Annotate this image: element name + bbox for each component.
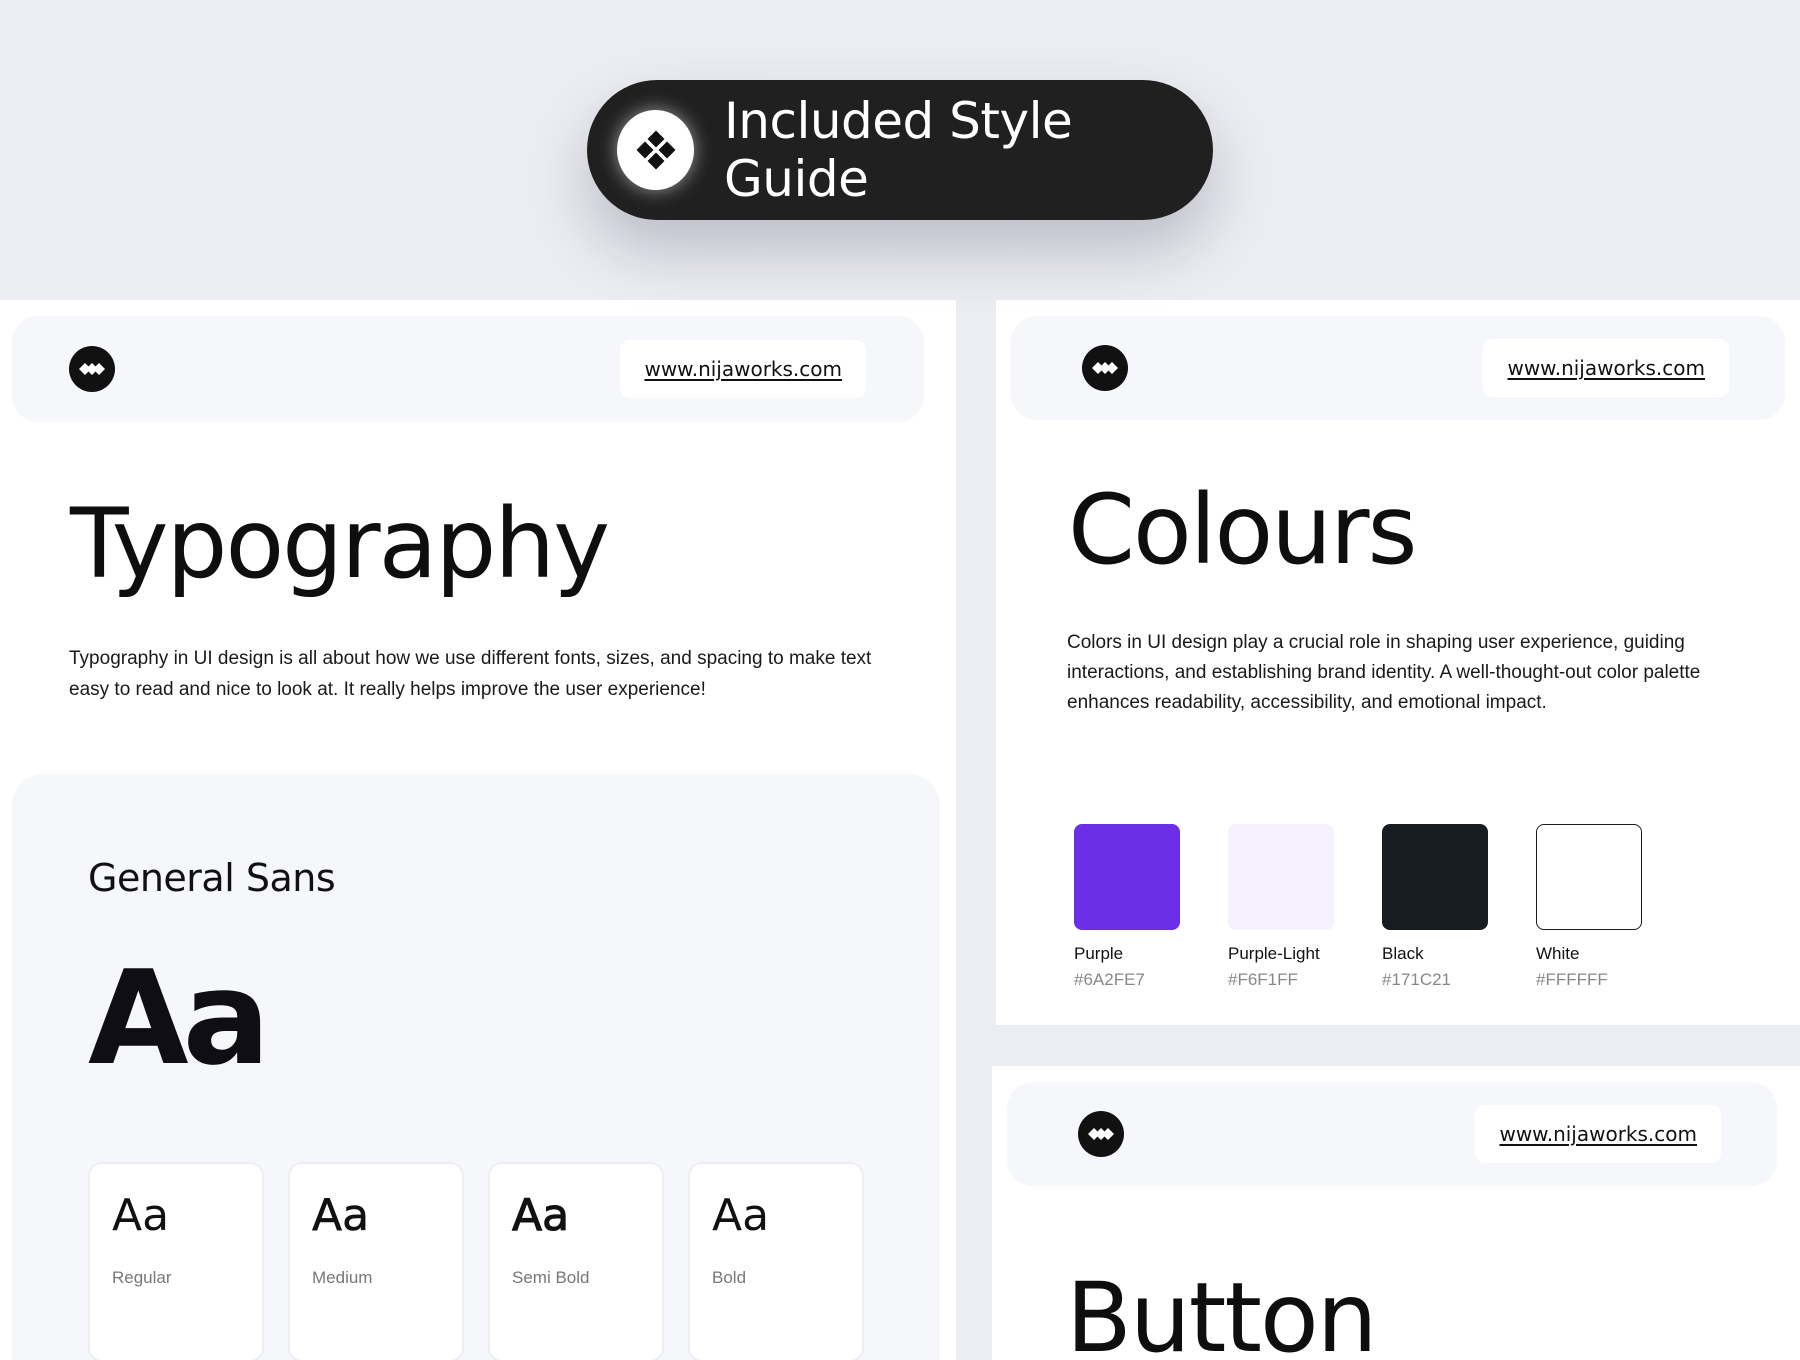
font-sample-large: Aa (88, 942, 270, 1094)
swatch-hex: #F6F1FF (1228, 970, 1298, 989)
swatch-color-box (1074, 824, 1180, 930)
card-header: www.nijaworks.com (12, 316, 924, 422)
swatch-color-box (1228, 824, 1334, 930)
weight-card-bold[interactable]: Aa Bold (688, 1162, 864, 1360)
card-header: www.nijaworks.com (1011, 316, 1785, 420)
colour-swatches: Purple #6A2FE7 Purple-Light #F6F1FF Blac… (1074, 824, 1642, 990)
swatch-name: White (1536, 944, 1580, 963)
url-box[interactable]: www.nijaworks.com (620, 340, 866, 398)
swatch-hex: #FFFFFF (1536, 970, 1608, 989)
brand-logo-icon (1078, 1111, 1124, 1157)
swatch-black[interactable]: Black #171C21 (1382, 824, 1488, 990)
brand-logo-icon (69, 346, 115, 392)
style-guide-pill: Included Style Guide (587, 80, 1213, 220)
swatch-name: Purple-Light (1228, 944, 1320, 963)
url-box[interactable]: www.nijaworks.com (1475, 1105, 1721, 1163)
url-box[interactable]: www.nijaworks.com (1483, 339, 1729, 397)
weight-label: Bold (712, 1268, 747, 1287)
weight-label: Medium (312, 1268, 373, 1287)
font-weights: Aa Regular Aa Medium Aa Semi Bold Aa Bol… (88, 1162, 864, 1360)
typography-description: Typography in UI design is all about how… (69, 648, 872, 700)
swatch-color-box (1382, 824, 1488, 930)
swatch-name: Black (1382, 944, 1424, 963)
website-link[interactable]: www.nijaworks.com (644, 357, 842, 381)
swatch-hex: #6A2FE7 (1074, 970, 1145, 989)
weight-card-regular[interactable]: Aa Regular (88, 1162, 264, 1360)
weight-sample: Aa (511, 1189, 570, 1241)
colours-description: Colors in UI design play a crucial role … (1067, 632, 1701, 713)
button-card: www.nijaworks.com Button (992, 1066, 1800, 1360)
diamond-grid-icon (617, 110, 695, 190)
colours-card: www.nijaworks.com Colours Colors in UI d… (996, 300, 1800, 1025)
website-link[interactable]: www.nijaworks.com (1507, 356, 1705, 380)
swatch-purple-light[interactable]: Purple-Light #F6F1FF (1228, 824, 1334, 990)
weight-sample: Aa (112, 1190, 170, 1241)
swatch-name: Purple (1074, 944, 1124, 963)
swatch-purple[interactable]: Purple #6A2FE7 (1074, 824, 1180, 990)
swatch-color-box (1536, 824, 1642, 930)
colours-title: Colours (1068, 474, 1417, 586)
hero-title: Included Style Guide (724, 92, 1073, 208)
weight-label: Regular (112, 1268, 172, 1287)
font-name: General Sans (88, 856, 336, 900)
weight-card-medium[interactable]: Aa Medium (288, 1162, 464, 1360)
swatch-hex: #171C21 (1382, 970, 1452, 989)
font-panel: General Sans Aa Aa Regular Aa Medium Aa … (12, 774, 940, 1360)
button-title: Button (1066, 1262, 1378, 1360)
card-header: www.nijaworks.com (1007, 1082, 1777, 1186)
weight-card-semi-bold[interactable]: Aa Semi Bold (488, 1162, 664, 1360)
typography-title: Typography (70, 488, 610, 600)
swatch-white[interactable]: White #FFFFFF (1536, 824, 1642, 990)
weight-sample: Aa (712, 1190, 770, 1241)
brand-logo-icon (1082, 345, 1128, 391)
typography-card: www.nijaworks.com Typography Typography … (0, 300, 956, 1360)
weight-label: Semi Bold (512, 1268, 590, 1287)
website-link[interactable]: www.nijaworks.com (1499, 1122, 1697, 1146)
weight-sample: Aa (312, 1190, 370, 1242)
